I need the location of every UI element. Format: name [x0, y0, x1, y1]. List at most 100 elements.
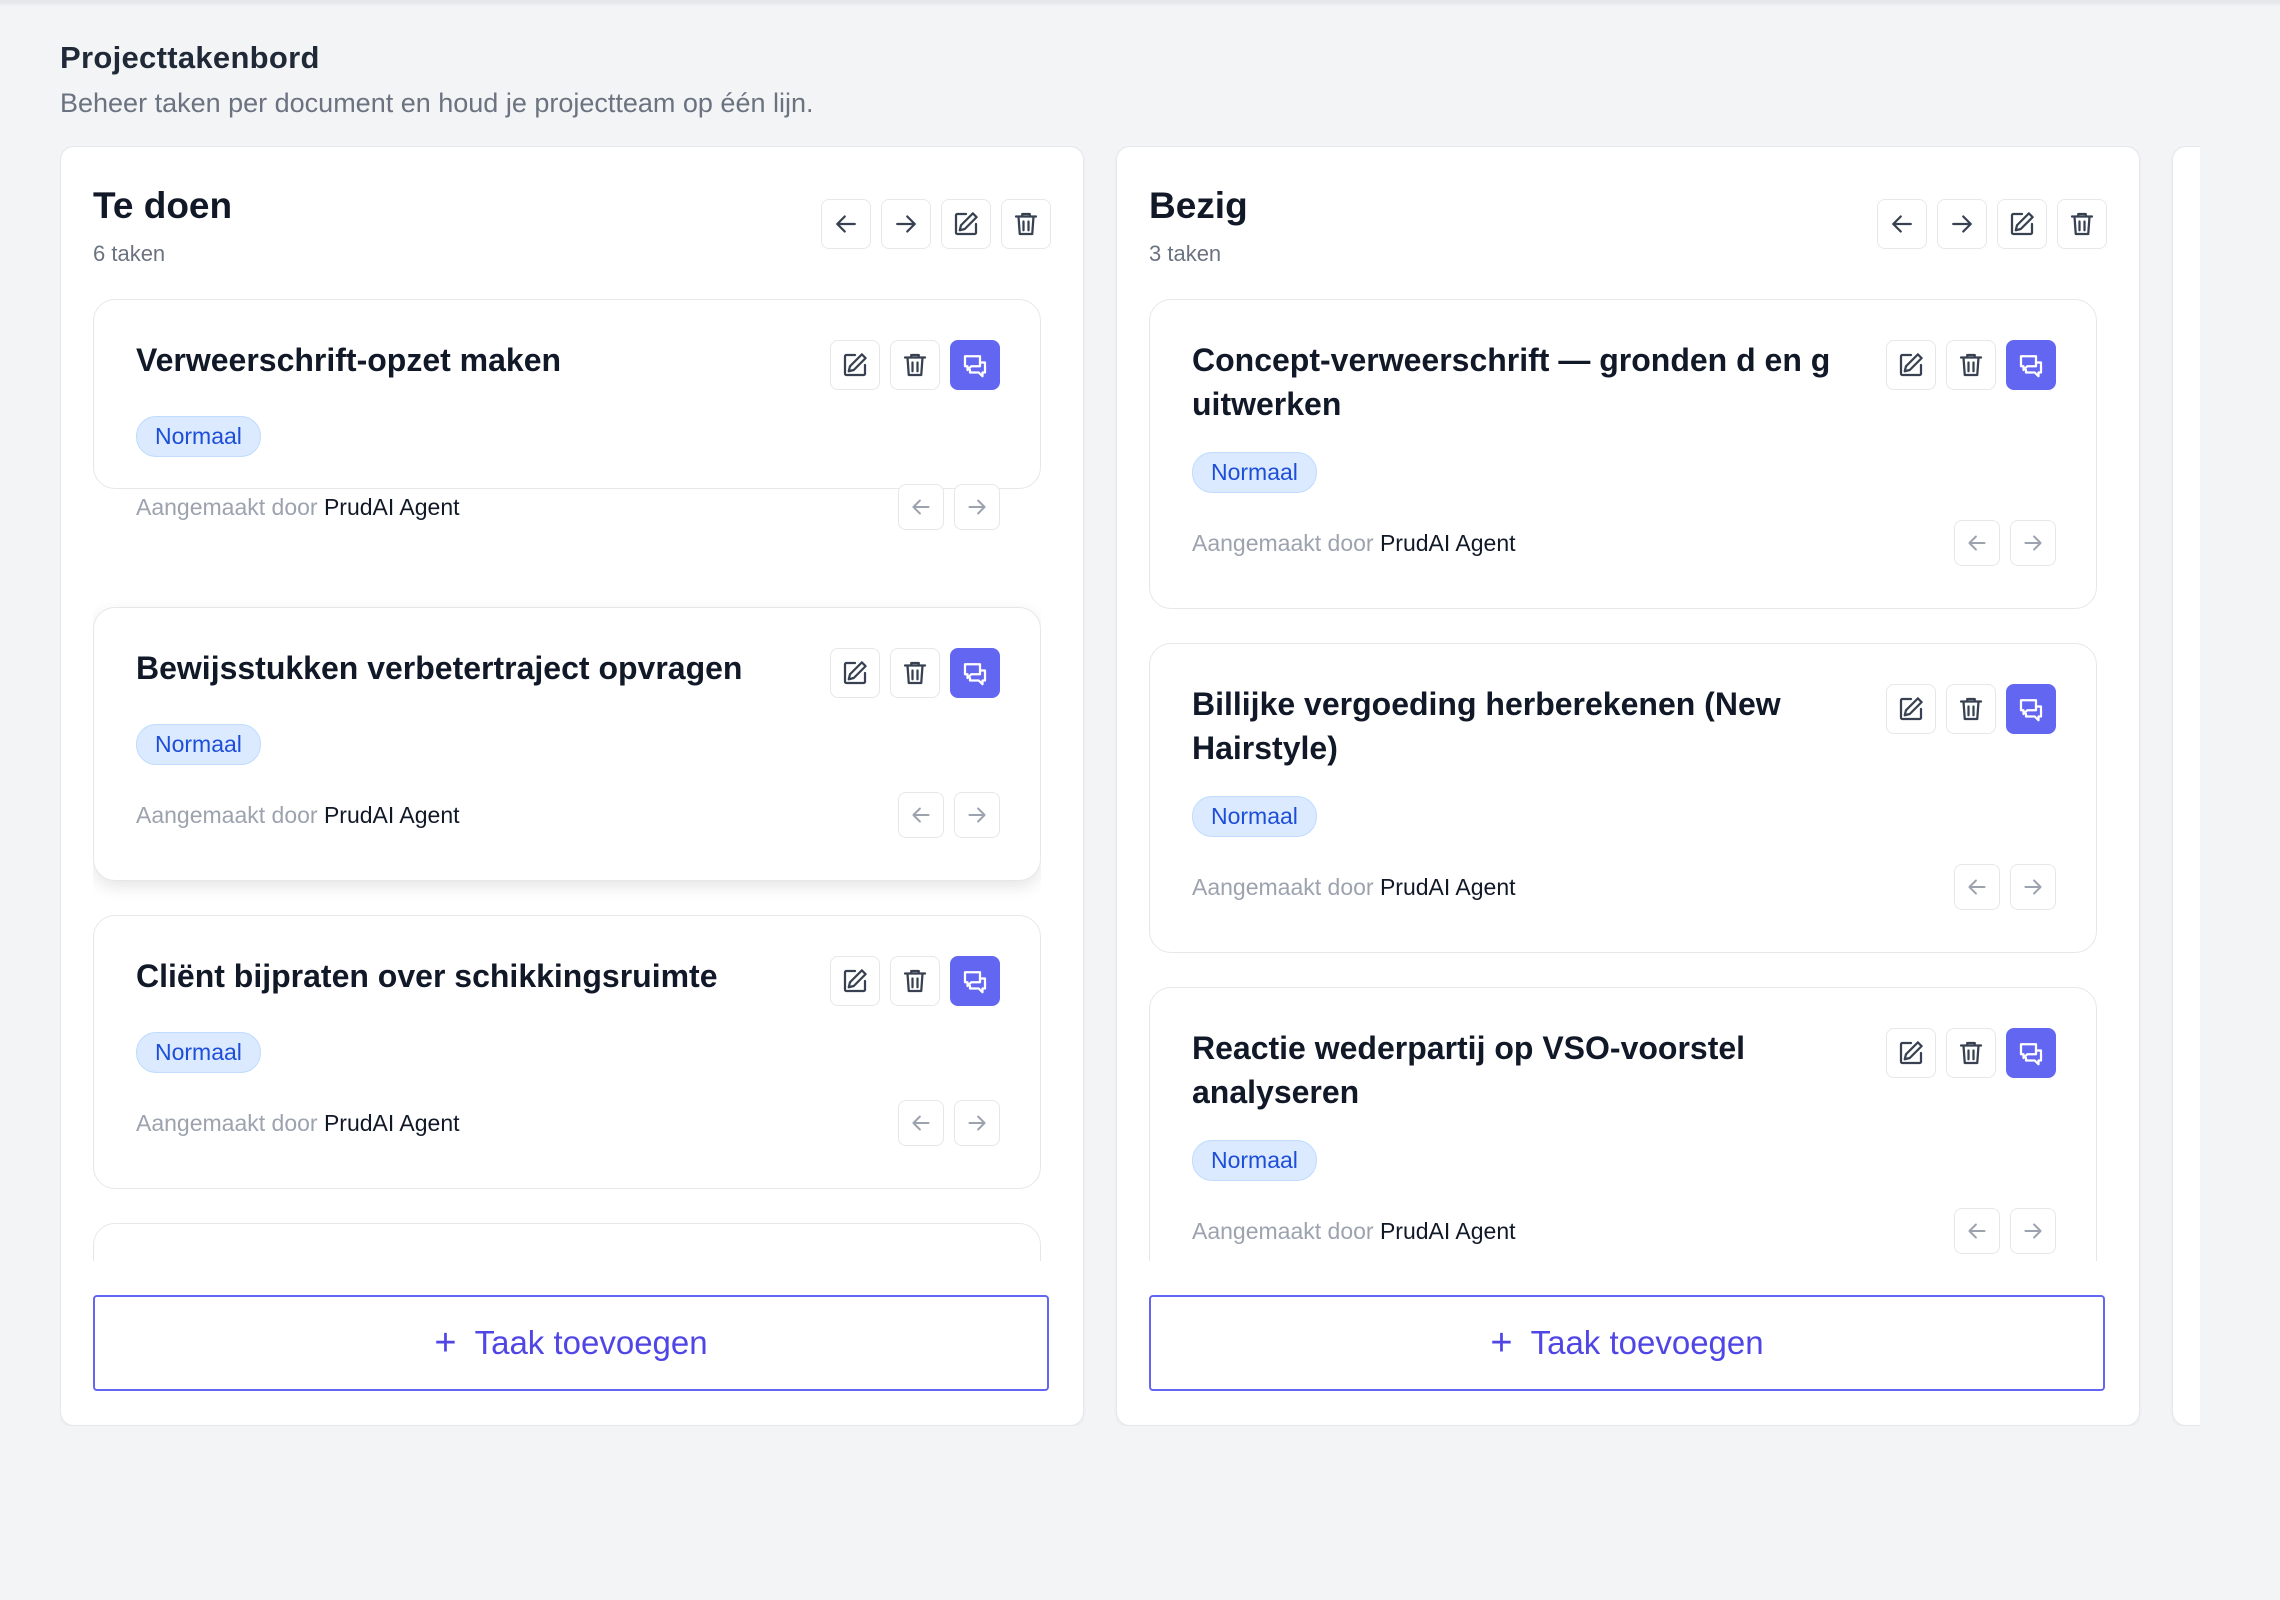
move-task-left-button[interactable] — [1954, 1208, 2000, 1254]
edit-icon — [954, 212, 978, 236]
created-by-label: Aangemaakt door — [136, 494, 318, 520]
delete-column-button[interactable] — [2057, 199, 2107, 249]
move-task-left-button[interactable] — [898, 1100, 944, 1146]
chat-icon — [2019, 699, 2043, 722]
arrow-left-icon — [836, 215, 856, 233]
move-column-right-button[interactable] — [881, 199, 931, 249]
move-task-left-button[interactable] — [898, 484, 944, 530]
add-task-button[interactable]: + Taak toevoegen — [1149, 1295, 2105, 1391]
edit-column-button[interactable] — [941, 199, 991, 249]
move-task-left-button[interactable] — [1954, 520, 2000, 566]
trash-icon — [1959, 353, 1983, 377]
task-move-buttons — [1954, 520, 2056, 566]
column-task-count: 6 taken — [93, 241, 166, 266]
created-by-label: Aangemaakt door — [136, 802, 318, 828]
priority-badge: Normaal — [1192, 452, 1317, 493]
task-comments-button[interactable] — [2006, 684, 2056, 734]
move-column-left-button[interactable] — [821, 199, 871, 249]
card-list[interactable]: Verweerschrift-opzet maken Normaal Aange… — [93, 299, 1041, 1261]
task-move-buttons — [898, 484, 1000, 530]
task-comments-button[interactable] — [2006, 1028, 2056, 1078]
task-author: PrudAI Agent — [323, 1110, 460, 1136]
board-columns[interactable]: Te doen 6 taken Verweerschrift-opzet mak… — [60, 146, 2200, 1426]
task-card[interactable]: Bewijsstukken verbetertraject opvragen N… — [93, 607, 1041, 881]
move-task-right-button[interactable] — [2010, 864, 2056, 910]
priority-badge: Normaal — [136, 416, 261, 457]
move-task-right-button[interactable] — [954, 484, 1000, 530]
edit-column-button[interactable] — [1997, 199, 2047, 249]
trash-icon — [903, 661, 927, 685]
task-author: PrudAI Agent — [323, 494, 460, 520]
priority-badge: Normaal — [136, 1032, 261, 1073]
task-card[interactable] — [93, 1223, 1041, 1261]
task-move-buttons — [1954, 1208, 2056, 1254]
priority-badge: Normaal — [1192, 796, 1317, 837]
edit-task-button[interactable] — [1886, 684, 1936, 734]
arrow-left-icon — [1968, 879, 1986, 895]
task-card[interactable]: Verweerschrift-opzet maken Normaal Aange… — [93, 299, 1041, 530]
task-card[interactable]: Cliënt bijpraten over schikkingsruimte N… — [93, 915, 1041, 1189]
trash-icon — [1959, 1041, 1983, 1065]
task-meta: Aangemaakt door PrudAI Agent — [1192, 1218, 1516, 1245]
delete-task-button[interactable] — [890, 340, 940, 390]
edit-task-button[interactable] — [830, 648, 880, 698]
column-task-count: 3 taken — [1149, 241, 1222, 266]
move-column-right-button[interactable] — [1937, 199, 1987, 249]
task-title: Bewijsstukken verbetertraject opvragen — [136, 650, 743, 686]
trash-icon — [1959, 697, 1983, 721]
edit-task-button[interactable] — [830, 956, 880, 1006]
delete-task-button[interactable] — [1946, 1028, 1996, 1078]
task-move-buttons — [898, 1100, 1000, 1146]
move-task-right-button[interactable] — [2010, 1208, 2056, 1254]
task-actions — [830, 956, 1000, 1006]
priority-badge: Normaal — [136, 724, 261, 765]
column-header: Te doen 6 taken — [93, 185, 232, 267]
edit-task-button[interactable] — [1886, 340, 1936, 390]
task-actions — [1886, 684, 2056, 734]
task-author: PrudAI Agent — [1379, 874, 1516, 900]
edit-task-button[interactable] — [1886, 1028, 1936, 1078]
move-column-left-button[interactable] — [1877, 199, 1927, 249]
task-move-buttons — [898, 792, 1000, 838]
edit-task-button[interactable] — [830, 340, 880, 390]
task-meta: Aangemaakt door PrudAI Agent — [136, 802, 460, 829]
delete-task-button[interactable] — [1946, 684, 1996, 734]
move-task-right-button[interactable] — [954, 792, 1000, 838]
delete-task-button[interactable] — [890, 956, 940, 1006]
arrow-left-icon — [1968, 535, 1986, 551]
delete-column-button[interactable] — [1001, 199, 1051, 249]
created-by-label: Aangemaakt door — [1192, 1218, 1374, 1244]
task-comments-button[interactable] — [950, 956, 1000, 1006]
task-comments-button[interactable] — [950, 340, 1000, 390]
arrow-right-icon — [2024, 879, 2042, 895]
page-header: Projecttakenbord Beheer taken per docume… — [60, 40, 814, 119]
delete-task-button[interactable] — [1946, 340, 1996, 390]
task-meta: Aangemaakt door PrudAI Agent — [136, 1110, 460, 1137]
task-comments-button[interactable] — [2006, 340, 2056, 390]
arrow-right-icon — [968, 1115, 986, 1131]
move-task-right-button[interactable] — [2010, 520, 2056, 566]
add-task-label: Taak toevoegen — [474, 1324, 708, 1361]
task-title: Billijke vergoeding herberekenen (New Ha… — [1192, 686, 1781, 766]
task-card[interactable]: Billijke vergoeding herberekenen (New Ha… — [1149, 643, 2097, 953]
task-author: PrudAI Agent — [323, 802, 460, 828]
task-card[interactable]: Concept-verweerschrift — gronden d en g … — [1149, 299, 2097, 609]
column-te-doen: Te doen 6 taken Verweerschrift-opzet mak… — [60, 146, 1084, 1426]
column-header: Bezig 3 taken — [1149, 185, 1248, 267]
task-actions — [1886, 340, 2056, 390]
chat-icon — [963, 663, 987, 686]
created-by-label: Aangemaakt door — [1192, 530, 1374, 556]
delete-task-button[interactable] — [890, 648, 940, 698]
task-move-buttons — [1954, 864, 2056, 910]
move-task-right-button[interactable] — [954, 1100, 1000, 1146]
card-list[interactable]: Concept-verweerschrift — gronden d en g … — [1149, 299, 2097, 1261]
add-task-button[interactable]: + Taak toevoegen — [93, 1295, 1049, 1391]
move-task-left-button[interactable] — [1954, 864, 2000, 910]
move-task-left-button[interactable] — [898, 792, 944, 838]
arrow-right-icon — [1952, 215, 1972, 233]
column-title: Te doen — [93, 185, 233, 226]
task-card[interactable]: Reactie wederpartij op VSO-voorstel anal… — [1149, 987, 2097, 1261]
top-bar — [0, 0, 2280, 3]
arrow-left-icon — [912, 807, 930, 823]
task-comments-button[interactable] — [950, 648, 1000, 698]
